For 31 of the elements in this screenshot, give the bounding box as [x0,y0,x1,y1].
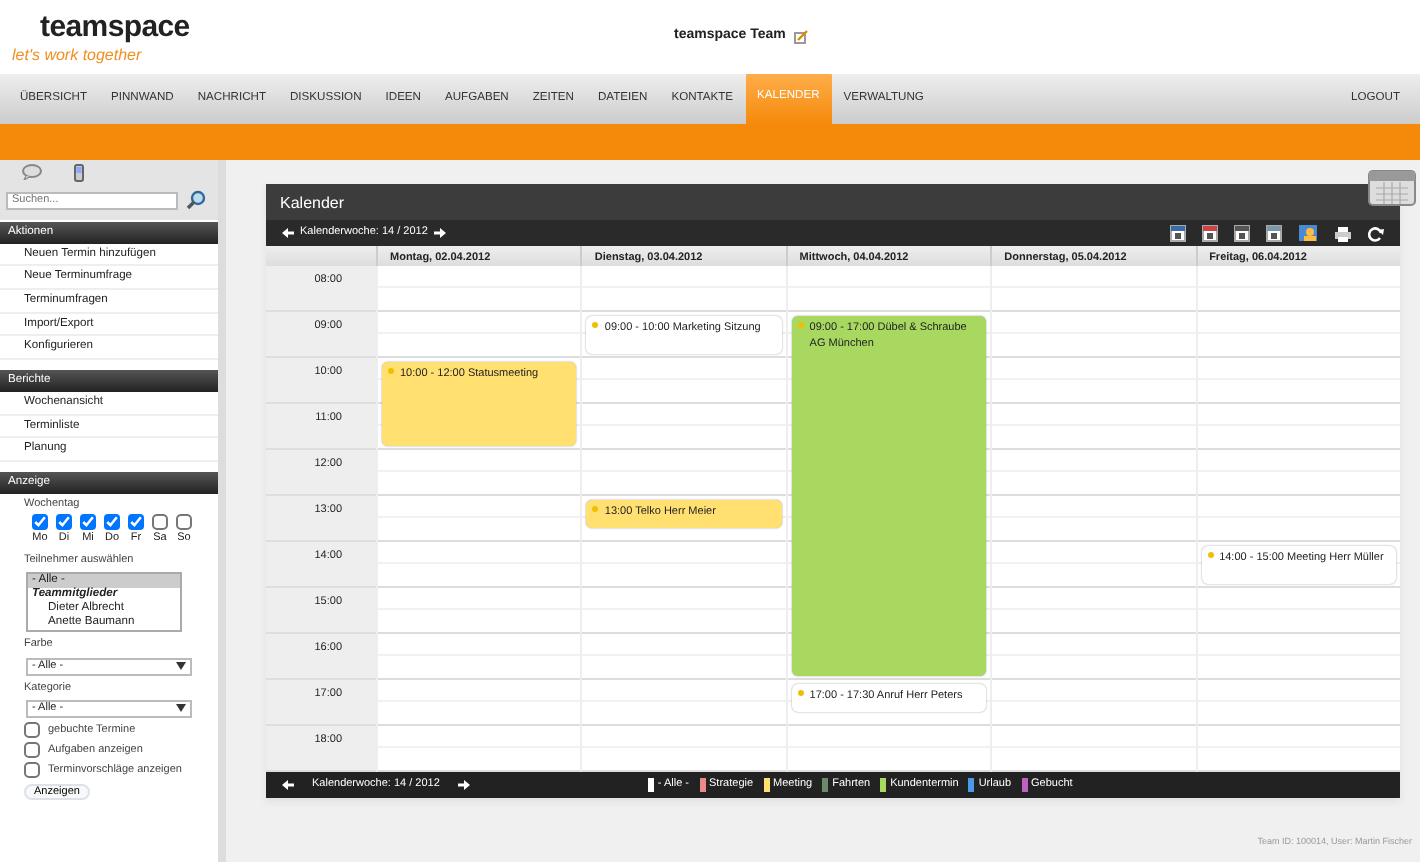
search-icon[interactable] [186,190,206,210]
checkbox[interactable] [24,742,40,759]
checkbox[interactable] [176,513,192,530]
logo-tagline: let's work together [12,44,142,68]
previous-week-arrow-icon[interactable] [282,228,294,238]
checkbox[interactable] [80,513,96,530]
range-view-icon[interactable] [1266,224,1282,242]
caret-icon [176,662,186,671]
month-view-icon[interactable] [1234,224,1250,242]
checkbox[interactable] [152,513,168,530]
people-icon[interactable] [1298,224,1318,242]
checkbox[interactable] [24,721,40,738]
chat-bubble-icon[interactable] [22,164,42,180]
checkbox[interactable] [24,762,40,779]
print-icon[interactable] [1334,225,1352,241]
calendar-icon [1368,166,1416,206]
next-week-arrow-icon[interactable] [433,228,446,238]
caret-icon [176,704,186,713]
next-week-arrow-icon[interactable] [457,780,470,790]
checkbox[interactable] [56,513,72,530]
day-view-icon[interactable] [1170,224,1186,242]
previous-week-arrow-icon[interactable] [282,780,294,790]
checkbox[interactable] [32,513,48,530]
week-view-icon[interactable] [1202,224,1218,242]
mobile-phone-icon[interactable] [74,164,84,182]
edit-icon[interactable] [793,29,808,44]
checkbox[interactable] [104,513,120,530]
refresh-icon[interactable] [1368,225,1384,241]
checkbox[interactable] [128,513,144,530]
panel-title: Kalender [266,184,1400,220]
logo: teamspace [40,12,190,42]
